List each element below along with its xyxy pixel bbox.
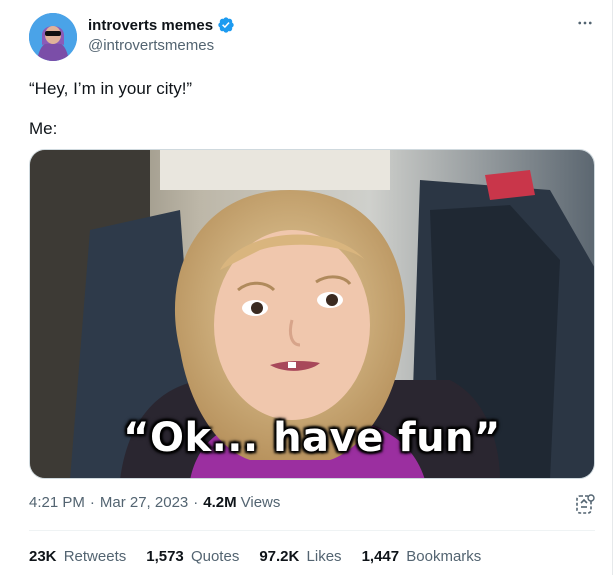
retweets-count: 23K [29, 548, 57, 565]
tweet: introverts memes @introvertsmemes “Hey, … [0, 0, 616, 575]
meta-separator: · [193, 494, 199, 511]
quotes-stat[interactable]: 1,573 Quotes [146, 548, 239, 565]
retweets-label: Retweets [63, 548, 127, 565]
post-date[interactable]: Mar 27, 2023 [100, 494, 188, 511]
post-text-line-2: Me: [29, 119, 58, 138]
user-handle[interactable]: @introvertsmemes [88, 37, 214, 54]
likes-label: Likes [306, 548, 342, 565]
post-meta: 4:21 PM · Mar 27, 2023 · 4.2M Views [29, 494, 280, 511]
views-count: 4.2M [203, 494, 237, 511]
likes-stat[interactable]: 97.2K Likes [259, 548, 341, 565]
bookmarks-count: 1,447 [361, 548, 400, 565]
meta-separator: · [89, 494, 95, 511]
retweets-stat[interactable]: 23K Retweets [29, 548, 126, 565]
quotes-label: Quotes [190, 548, 240, 565]
post-text-line-1: “Hey, I’m in your city!” [29, 79, 193, 98]
views-label: Views [240, 494, 281, 511]
avatar[interactable] [29, 13, 77, 61]
name-row: introverts memes [88, 16, 235, 34]
avatar-image [29, 13, 77, 61]
verified-badge-icon [217, 16, 235, 34]
bookmarks-label: Bookmarks [406, 548, 482, 565]
grok-icon[interactable] [575, 494, 595, 516]
display-name[interactable]: introverts memes [88, 17, 213, 34]
bookmarks-stat[interactable]: 1,447 Bookmarks [362, 548, 482, 565]
divider [29, 530, 595, 531]
engagement-stats: 23K Retweets 1,573 Quotes 97.2K Likes 1,… [29, 548, 501, 565]
quotes-count: 1,573 [146, 548, 184, 565]
more-options-icon[interactable] [576, 14, 594, 37]
media-image[interactable]: “Ok... have fun” [29, 149, 595, 479]
column-border [612, 0, 613, 575]
meme-caption: “Ok... have fun” [123, 415, 501, 461]
likes-count: 97.2K [259, 548, 300, 565]
post-time[interactable]: 4:21 PM [29, 494, 85, 511]
